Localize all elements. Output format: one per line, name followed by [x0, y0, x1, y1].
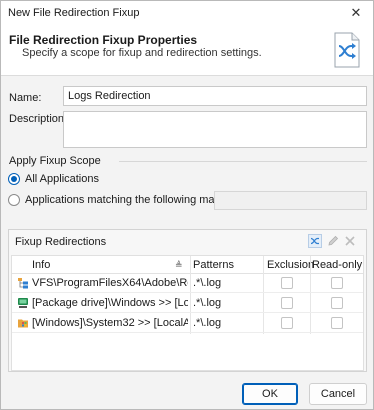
fixup-redirections-panel: Fixup Redirections Info ≜ Patterns Exclu… — [8, 229, 367, 372]
package-drive-icon — [18, 298, 28, 308]
shuffle-icon[interactable] — [308, 234, 322, 248]
redirections-title: Fixup Redirections — [15, 236, 107, 248]
row-info: VFS\ProgramFilesX64\Adobe\Read... — [32, 277, 188, 289]
row-pattern: .*\.log — [193, 297, 222, 309]
mask-applications-label[interactable]: Applications matching the following mask… — [25, 194, 229, 206]
all-applications-label[interactable]: All Applications — [25, 173, 99, 185]
row-info: [Package drive]\Windows >> [Loc... — [32, 297, 188, 309]
dialog-window: New File Redirection Fixup ✕ File Redire… — [0, 0, 374, 410]
exclusion-checkbox[interactable] — [281, 277, 293, 289]
row-pattern: .*\.log — [193, 277, 222, 289]
readonly-checkbox[interactable] — [331, 277, 343, 289]
exclusion-checkbox[interactable] — [281, 297, 293, 309]
column-readonly[interactable]: Read-only — [312, 259, 362, 271]
cancel-button[interactable]: Cancel — [309, 383, 367, 405]
ok-button[interactable]: OK — [242, 383, 298, 405]
edit-icon[interactable] — [326, 234, 340, 248]
name-label: Name: — [9, 92, 42, 104]
page-subtitle: Specify a scope for fixup and redirectio… — [22, 47, 262, 59]
scope-group-label: Apply Fixup Scope — [9, 155, 101, 167]
redirections-table: Info ≜ Patterns Exclusion Read-only VFS\… — [11, 255, 364, 371]
readonly-checkbox[interactable] — [331, 297, 343, 309]
window-title: New File Redirection Fixup — [8, 7, 140, 19]
page-title: File Redirection Fixup Properties — [9, 33, 198, 47]
title-bar: New File Redirection Fixup ✕ — [1, 1, 373, 25]
exclusion-checkbox[interactable] — [281, 317, 293, 329]
all-applications-radio[interactable] — [8, 173, 20, 185]
table-row[interactable]: [Windows]\System32 >> [LocalAp... .*\.lo… — [12, 314, 363, 333]
description-label: Description: — [9, 113, 68, 125]
column-exclusion[interactable]: Exclusion — [267, 259, 314, 271]
table-row[interactable]: [Package drive]\Windows >> [Loc... .*\.l… — [12, 294, 363, 313]
scope-divider — [119, 161, 367, 162]
row-pattern: .*\.log — [193, 317, 222, 329]
mask-field[interactable] — [214, 191, 367, 210]
sort-icon[interactable]: ≜ — [175, 260, 183, 271]
header-banner: File Redirection Fixup Properties Specif… — [1, 25, 373, 76]
mask-applications-radio[interactable] — [8, 194, 20, 206]
column-patterns[interactable]: Patterns — [193, 259, 234, 271]
column-info[interactable]: Info — [32, 259, 50, 271]
row-info: [Windows]\System32 >> [LocalAp... — [32, 317, 188, 329]
description-field[interactable] — [63, 111, 367, 148]
folder-tree-icon — [18, 278, 28, 289]
redirections-toolbar: Fixup Redirections — [9, 230, 366, 252]
readonly-checkbox[interactable] — [331, 317, 343, 329]
close-icon[interactable]: ✕ — [345, 3, 367, 23]
windows-folder-icon — [18, 319, 28, 328]
shuffle-document-icon — [334, 32, 360, 68]
table-row[interactable]: VFS\ProgramFilesX64\Adobe\Read... .*\.lo… — [12, 274, 363, 293]
name-field[interactable]: Logs Redirection — [63, 86, 367, 106]
delete-icon[interactable] — [343, 234, 357, 248]
